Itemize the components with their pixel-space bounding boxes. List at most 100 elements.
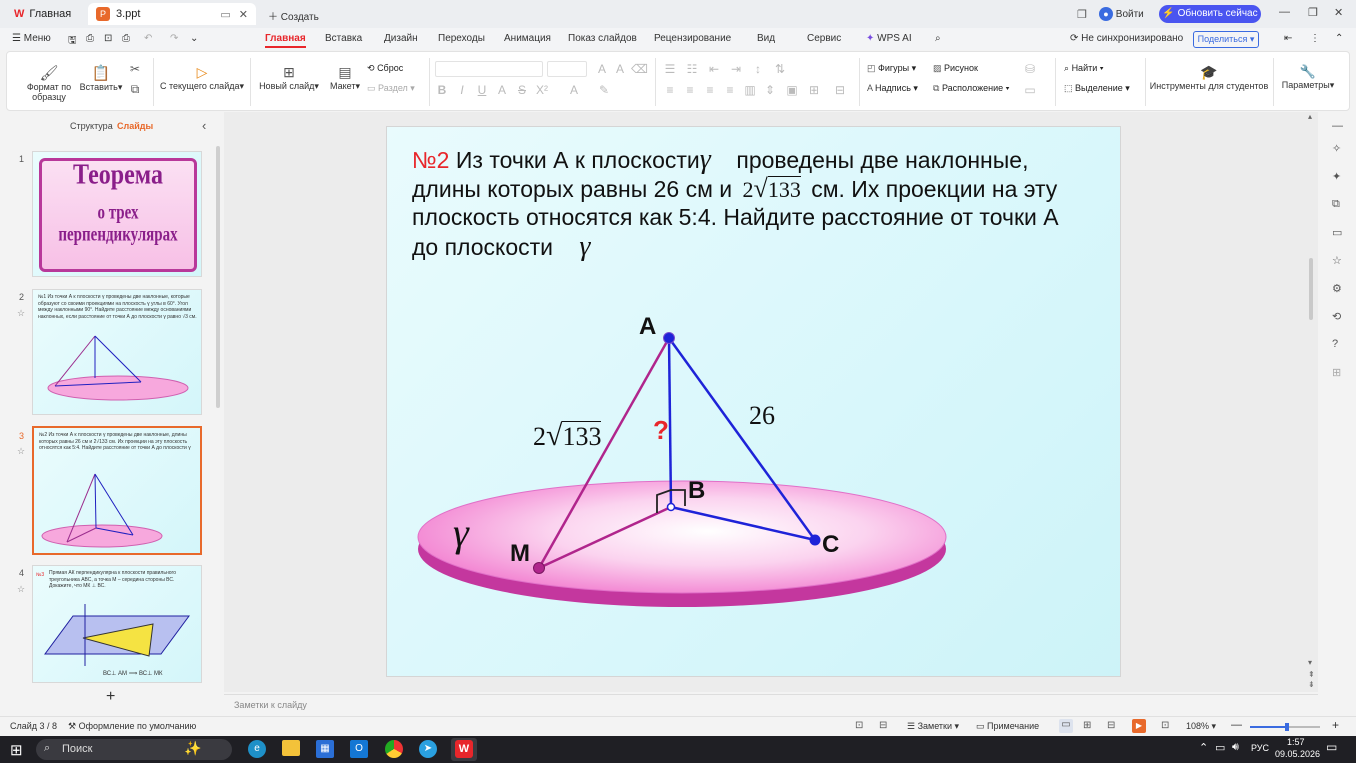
star-icon[interactable]: ☆ bbox=[17, 446, 25, 457]
columns-icon[interactable]: ▥ bbox=[743, 83, 757, 97]
font-grow-icon[interactable]: A bbox=[595, 62, 609, 76]
comment-button[interactable]: ▭ Примечание bbox=[976, 721, 1039, 732]
notes-toggle-icon[interactable]: ⊟ bbox=[879, 720, 887, 731]
export-pdf-icon[interactable]: ⎙ bbox=[86, 33, 94, 44]
numbered-list-icon[interactable]: ☷ bbox=[685, 62, 699, 76]
reset-button[interactable]: ⟲ Сброс bbox=[367, 63, 403, 74]
cut-icon[interactable]: ✂ bbox=[128, 62, 142, 76]
menu-item-design[interactable]: Дизайн bbox=[384, 33, 418, 44]
tray-chevron-icon[interactable]: ⌃ bbox=[1199, 741, 1208, 754]
search-icon[interactable]: ⌕ bbox=[935, 33, 941, 44]
smartart-icon[interactable]: ⊞ bbox=[807, 83, 821, 97]
save-icon[interactable]: 🖫 bbox=[68, 33, 77, 50]
file-tab[interactable]: P 3.ppt ▭ ✕ bbox=[88, 3, 256, 25]
network-icon[interactable]: ▭ bbox=[1215, 741, 1225, 754]
telegram-icon[interactable]: ➤ bbox=[419, 740, 437, 758]
sorter-view-icon[interactable]: ⊞ bbox=[1083, 720, 1091, 731]
select-button[interactable]: ⬚ Выделение ▾ bbox=[1064, 83, 1130, 94]
outline-icon[interactable]: ▭ bbox=[1023, 83, 1037, 97]
scroll-down-icon[interactable]: ▾ bbox=[1308, 658, 1312, 667]
login-button[interactable]: ● Войти bbox=[1099, 7, 1144, 21]
more-icon[interactable]: ⋮ bbox=[1310, 33, 1320, 44]
menu-item-view[interactable]: Вид bbox=[757, 33, 775, 44]
slide-thumbnail-1[interactable]: Теорема о трех перпендикулярах bbox=[32, 151, 202, 277]
slideshow-play-icon[interactable]: ▶ bbox=[1132, 719, 1146, 733]
magic-icon[interactable]: ✦ bbox=[1332, 170, 1341, 183]
justify-icon[interactable]: ≡ bbox=[723, 83, 737, 97]
language-indicator[interactable]: РУС bbox=[1251, 743, 1269, 753]
text-direction-icon[interactable]: ⇅ bbox=[773, 62, 787, 76]
find-button[interactable]: ⌕ Найти ▾ bbox=[1064, 63, 1104, 74]
copy-panel-icon[interactable]: ⧉ bbox=[1332, 198, 1340, 211]
update-button[interactable]: ⚡ Обновить сейчас bbox=[1159, 5, 1261, 23]
new-slide-button[interactable]: ⊞ Новый слайд▾ bbox=[257, 64, 321, 92]
slide-thumbnail-3[interactable]: №2 Из точки А к плоскости γ проведены дв… bbox=[32, 426, 202, 555]
normal-view-icon[interactable]: ▭ bbox=[1059, 719, 1073, 733]
font-size-select[interactable] bbox=[547, 61, 587, 77]
format-painter-button[interactable]: 🖌 Формат по образцу bbox=[21, 64, 77, 102]
student-tools-button[interactable]: 🎓 Инструменты для студентов bbox=[1149, 64, 1269, 91]
copy-icon[interactable]: ⧉ bbox=[128, 82, 142, 96]
shapes-button[interactable]: ◰ Фигуры ▾ bbox=[867, 63, 916, 74]
close-window-icon[interactable]: ✕ bbox=[1334, 6, 1343, 19]
comment-icon[interactable]: ▭ bbox=[1332, 226, 1342, 239]
collapse-sidebar-icon[interactable]: — bbox=[1332, 120, 1343, 132]
restore-window-icon[interactable]: ❐ bbox=[1077, 8, 1087, 21]
animation-icon[interactable]: ✧ bbox=[1332, 142, 1341, 155]
tab-slides[interactable]: Слайды bbox=[117, 121, 153, 131]
convert-icon[interactable]: ⊟ bbox=[833, 83, 847, 97]
underline-icon[interactable]: U bbox=[475, 83, 489, 97]
zoom-out-icon[interactable]: — bbox=[1231, 719, 1242, 731]
settings-sliders-icon[interactable]: ⚙ bbox=[1332, 282, 1342, 295]
star-icon[interactable]: ☆ bbox=[17, 308, 25, 319]
params-button[interactable]: 🔧 Параметры▾ bbox=[1277, 64, 1339, 91]
collapse-pane-icon[interactable]: ‹ bbox=[202, 118, 206, 133]
highlight-icon[interactable]: ✎ bbox=[597, 83, 611, 97]
italic-icon[interactable]: I bbox=[455, 83, 469, 97]
menu-item-insert[interactable]: Вставка bbox=[325, 33, 362, 44]
scroll-up-icon[interactable]: ▴ bbox=[1308, 112, 1312, 121]
clock-time[interactable]: 1:57 bbox=[1287, 737, 1305, 747]
fit-window-icon[interactable]: ⊡ bbox=[1161, 720, 1169, 731]
indent-decrease-icon[interactable]: ⇤ bbox=[707, 62, 721, 76]
superscript-icon[interactable]: X² bbox=[535, 83, 549, 97]
collapse-ribbon-icon[interactable]: ⇤ bbox=[1284, 33, 1292, 44]
next-slide-icon[interactable]: ⇟ bbox=[1308, 680, 1315, 689]
slide-canvas[interactable]: №2 Из точки А к плоскостиγ проведены две… bbox=[386, 126, 1121, 677]
clock-date[interactable]: 09.05.2026 bbox=[1275, 749, 1320, 759]
menu-item-slideshow[interactable]: Показ слайдов bbox=[568, 33, 637, 44]
notes-button[interactable]: ☰ Заметки ▾ bbox=[907, 721, 959, 732]
print-preview-icon[interactable]: ⊡ bbox=[104, 33, 112, 44]
slide-thumbnail-4[interactable]: №3 Прямая АК перпендикулярна к плоскости… bbox=[32, 565, 202, 683]
layout-button[interactable]: ▤ Макет▾ bbox=[325, 64, 365, 92]
menu-item-review[interactable]: Рецензирование bbox=[654, 33, 731, 44]
folder-icon[interactable] bbox=[282, 740, 300, 756]
undo-icon[interactable]: ↶ bbox=[144, 33, 152, 44]
wps-ai-button[interactable]: ✦ WPS AI bbox=[866, 33, 912, 44]
volume-icon[interactable]: 🔊︎ bbox=[1232, 741, 1239, 754]
redo-icon[interactable]: ↷ bbox=[170, 33, 178, 44]
chevron-down-icon[interactable]: ⌄ bbox=[190, 33, 198, 44]
zoom-level[interactable]: 108% ▾ bbox=[1186, 721, 1216, 732]
font-color-icon[interactable]: A bbox=[567, 83, 581, 97]
star-outline-icon[interactable]: ☆ bbox=[1332, 254, 1342, 267]
vertical-align-icon[interactable]: ⇕ bbox=[763, 83, 777, 97]
reading-view-icon[interactable]: ⊟ bbox=[1107, 720, 1115, 731]
fill-color-icon[interactable]: ⛁ bbox=[1023, 62, 1037, 76]
home-tab[interactable]: W Главная bbox=[6, 3, 78, 25]
text-box-icon[interactable]: ▣ bbox=[785, 83, 799, 97]
new-tab-button[interactable]: ＋ Создать bbox=[268, 8, 319, 23]
maximize-icon[interactable]: ❐ bbox=[1308, 6, 1318, 19]
align-right-icon[interactable]: ≡ bbox=[703, 83, 717, 97]
menu-item-transitions[interactable]: Переходы bbox=[438, 33, 485, 44]
window-icon[interactable]: ▭ bbox=[220, 8, 230, 21]
bold-icon[interactable]: B bbox=[435, 83, 449, 97]
edge-icon[interactable]: e bbox=[248, 740, 266, 758]
zoom-slider-thumb[interactable] bbox=[1285, 723, 1289, 731]
strikethrough-icon[interactable]: S bbox=[515, 83, 529, 97]
align-center-icon[interactable]: ≡ bbox=[683, 83, 697, 97]
notes-pane[interactable]: Заметки к слайду bbox=[224, 694, 1318, 716]
outlook-icon[interactable]: O bbox=[350, 740, 368, 758]
windows-start-icon[interactable]: ⊞ bbox=[10, 741, 23, 759]
bullet-list-icon[interactable]: ☰ bbox=[663, 62, 677, 76]
